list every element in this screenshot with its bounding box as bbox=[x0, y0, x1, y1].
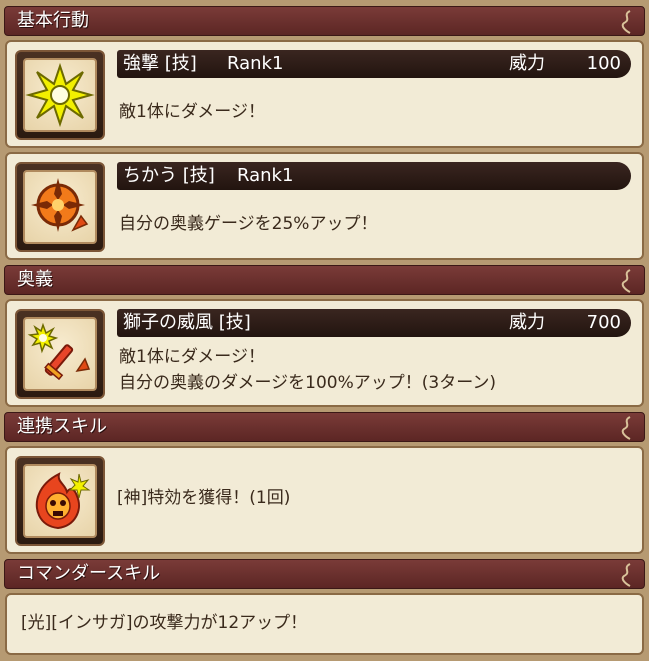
section-header-ougi: 奥義 bbox=[4, 265, 645, 295]
skill-description-line1: 敵1体にダメージ！ bbox=[119, 347, 265, 367]
skill-icon-frame bbox=[15, 50, 105, 140]
skill-icon-frame bbox=[15, 456, 105, 546]
section-header-commander: コマンダースキル bbox=[4, 559, 645, 589]
skill-description-line2: 自分の奥義のダメージを100%アップ！(3ターン) bbox=[119, 373, 496, 393]
flourish-icon bbox=[621, 10, 631, 34]
skill-description: [神]特効を獲得！(1回) bbox=[117, 488, 291, 508]
skill-name: 強撃 [技] bbox=[123, 53, 197, 74]
skill-description: 自分の奥義ゲージを25%アップ！ bbox=[119, 214, 378, 234]
skill-name: ちかう [技] bbox=[123, 165, 215, 186]
section-title-ougi: 奥義 bbox=[17, 269, 53, 290]
skill-card-link[interactable]: [神]特効を獲得！(1回) bbox=[5, 446, 644, 554]
skill-card-commander[interactable]: [光][インサガ]の攻撃力が12アップ！ bbox=[5, 593, 644, 655]
flame-skull-icon bbox=[35, 472, 91, 530]
power-label: 威力 bbox=[509, 53, 545, 74]
skill-icon-frame bbox=[15, 162, 105, 252]
skill-card-vow[interactable]: ちかう [技] Rank1 自分の奥義ゲージを25%アップ！ bbox=[5, 152, 644, 260]
skill-name: 獅子の威風 [技] bbox=[123, 312, 251, 333]
flourish-icon bbox=[621, 563, 631, 587]
skill-icon-frame bbox=[15, 309, 105, 399]
skill-card-ougi[interactable]: 獅子の威風 [技] 威力 700 敵1体にダメージ！ 自分の奥義のダメージを10… bbox=[5, 299, 644, 407]
section-title-basic: 基本行動 bbox=[17, 10, 89, 31]
power-label: 威力 bbox=[509, 312, 545, 333]
section-title-link: 連携スキル bbox=[17, 416, 107, 437]
flourish-icon bbox=[621, 269, 631, 293]
section-header-link: 連携スキル bbox=[4, 412, 645, 442]
flourish-icon bbox=[621, 416, 631, 440]
sword-burst-icon bbox=[27, 322, 91, 381]
power-value: 700 bbox=[586, 312, 621, 333]
skill-rank: Rank1 bbox=[227, 53, 284, 74]
skill-title-bar: ちかう [技] Rank1 bbox=[117, 162, 631, 190]
crosshair-arrow-icon bbox=[31, 178, 89, 232]
skill-title-bar: 強撃 [技] Rank1 威力 100 bbox=[117, 50, 631, 78]
skill-description: 敵1体にダメージ！ bbox=[119, 102, 265, 122]
skill-title-bar: 獅子の威風 [技] 威力 700 bbox=[117, 309, 631, 337]
skill-card-strike[interactable]: 強撃 [技] Rank1 威力 100 敵1体にダメージ！ bbox=[5, 40, 644, 148]
power-value: 100 bbox=[586, 53, 621, 74]
starburst-icon bbox=[25, 62, 95, 128]
skill-description: [光][インサガ]の攻撃力が12アップ！ bbox=[21, 613, 308, 633]
skill-rank: Rank1 bbox=[237, 165, 294, 186]
section-header-basic: 基本行動 bbox=[4, 6, 645, 36]
section-title-commander: コマンダースキル bbox=[17, 563, 161, 584]
